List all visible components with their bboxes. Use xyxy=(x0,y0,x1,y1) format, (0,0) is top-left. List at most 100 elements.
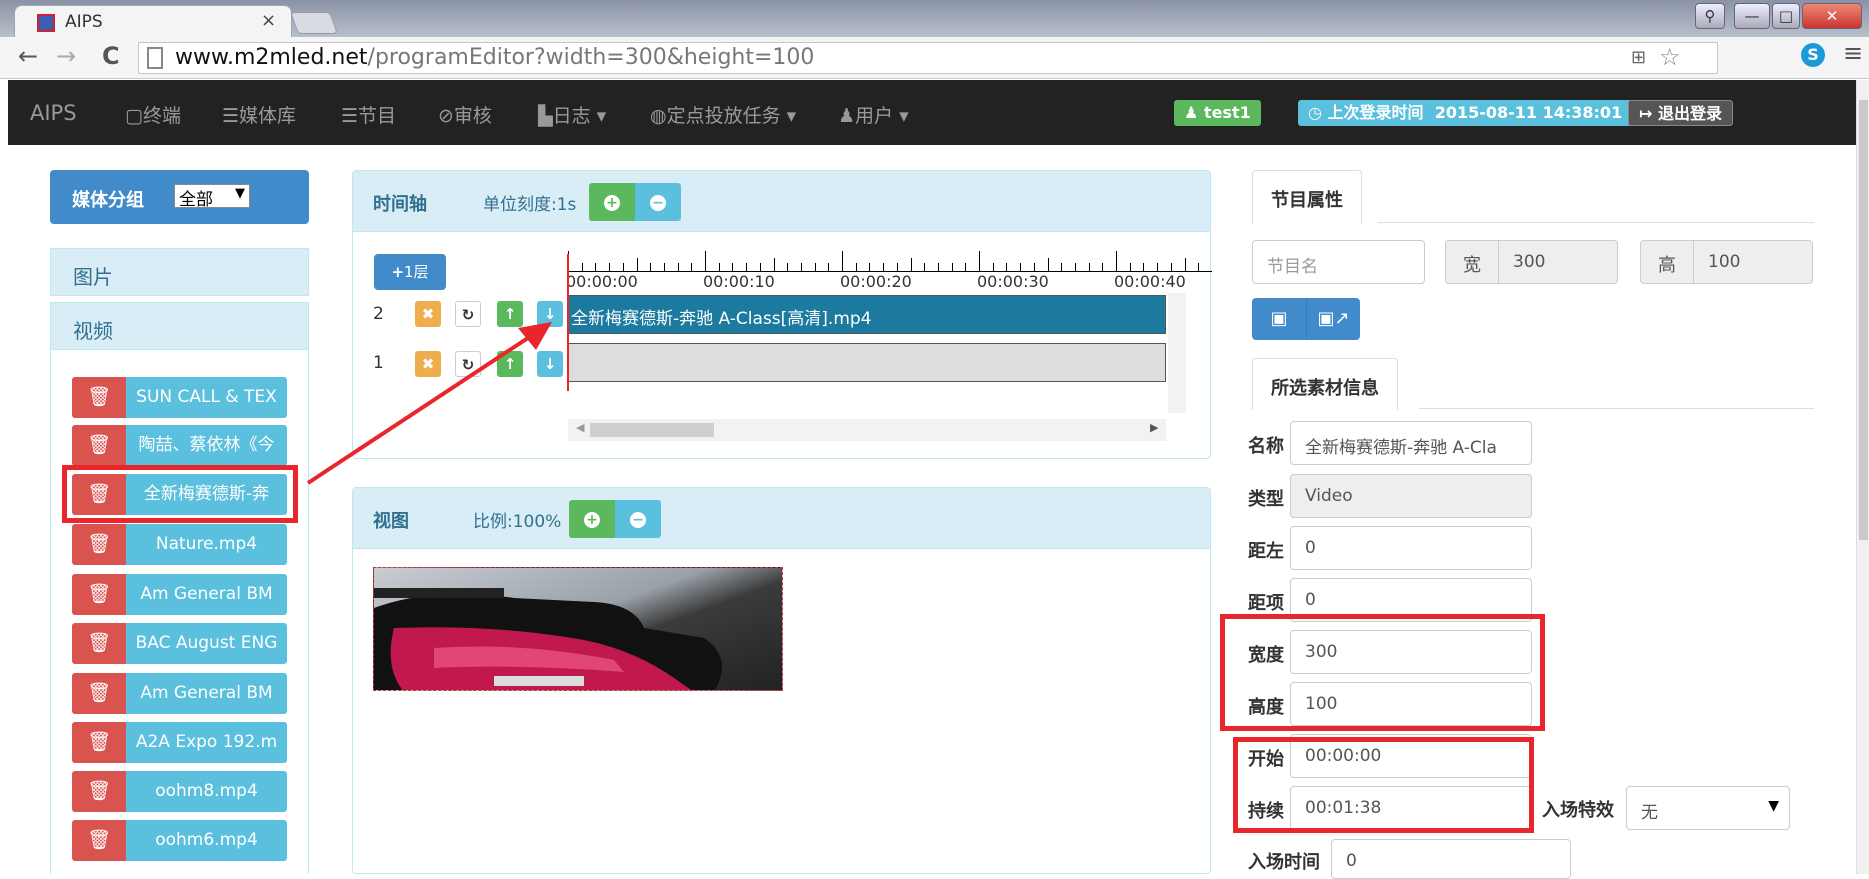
ruler-tick xyxy=(691,263,692,271)
ruler-tick xyxy=(993,263,994,271)
save-button[interactable]: ▣ xyxy=(1252,298,1306,340)
trash-icon[interactable]: 🗑 xyxy=(72,771,126,812)
media-item[interactable]: 🗑A2A Expo 192.m xyxy=(72,722,287,763)
entry-time-input[interactable]: 0 xyxy=(1331,839,1571,879)
ruler-tick xyxy=(1143,263,1144,271)
zoom-out-view-button[interactable]: − xyxy=(615,500,661,538)
zoom-in-timeline-button[interactable]: + xyxy=(589,183,635,221)
video-preview-image[interactable] xyxy=(373,567,783,691)
zoom-in-view-button[interactable]: + xyxy=(569,500,615,538)
ruler-tick xyxy=(732,263,733,271)
scrollbar-thumb[interactable] xyxy=(590,423,714,437)
trash-icon[interactable]: 🗑 xyxy=(72,722,126,763)
timeline-hscrollbar[interactable]: ◀ ▶ xyxy=(568,419,1166,441)
nav-terminal[interactable]: ▢终端 xyxy=(125,101,181,128)
trash-icon[interactable]: 🗑 xyxy=(72,673,126,714)
media-item[interactable]: 🗑oohm6.mp4 xyxy=(72,820,287,861)
forward-icon[interactable]: → xyxy=(56,42,76,70)
scroll-left-icon[interactable]: ◀ xyxy=(576,421,584,434)
media-group-select[interactable]: 全部▼ xyxy=(174,184,250,208)
bookmark-star-icon[interactable]: ☆ xyxy=(1659,43,1681,71)
media-item[interactable]: 🗑Nature.mp4 xyxy=(72,524,287,565)
skype-extension-icon[interactable]: S xyxy=(1801,43,1825,67)
new-tab-button[interactable] xyxy=(290,12,338,34)
window-minimize-button[interactable]: — xyxy=(1734,3,1770,29)
ruler-tick xyxy=(924,263,925,271)
ruler-tick xyxy=(1171,263,1172,271)
timeline-clip[interactable]: 全新梅赛德斯-奔驰 A-Class[高清].mp4 xyxy=(568,295,1166,334)
view-title: 视图 xyxy=(373,507,409,533)
brand[interactable]: AIPS xyxy=(30,101,77,125)
trash-icon[interactable]: 🗑 xyxy=(72,377,126,418)
program-height-input[interactable]: 100 xyxy=(1693,240,1813,284)
program-width-input[interactable]: 300 xyxy=(1498,240,1618,284)
ruler-time-label: 00:00:40 xyxy=(1114,272,1186,291)
file-icon: ▙ xyxy=(538,105,553,127)
tab-program-properties[interactable]: 节目属性 xyxy=(1252,170,1362,224)
menu-icon[interactable]: ≡ xyxy=(1843,39,1863,67)
page-icon xyxy=(147,47,163,69)
window-close-button[interactable]: ✕ xyxy=(1802,3,1862,29)
material-name-input[interactable]: 全新梅赛德斯-奔驰 A-Cla xyxy=(1290,421,1532,465)
window-maximize-button[interactable]: □ xyxy=(1772,3,1800,29)
logout-button[interactable]: ↦ 退出登录 xyxy=(1628,100,1733,126)
timeline-track-empty[interactable] xyxy=(568,343,1166,382)
nav-user[interactable]: ♟用户 ▾ xyxy=(838,101,909,128)
trash-icon[interactable]: 🗑 xyxy=(72,574,126,615)
trash-icon[interactable]: 🗑 xyxy=(72,623,126,664)
material-left-input[interactable]: 0 xyxy=(1290,526,1532,570)
scrollbar-thumb[interactable] xyxy=(1859,100,1868,540)
timeline-unit: 单位刻度:1s xyxy=(483,190,589,215)
media-item[interactable]: 🗑oohm8.mp4 xyxy=(72,771,287,812)
window-user-icon[interactable]: ⚲ xyxy=(1695,3,1725,29)
trash-icon[interactable]: 🗑 xyxy=(72,820,126,861)
ruler-tick xyxy=(582,263,583,271)
ruler-tick xyxy=(623,263,624,271)
translate-icon[interactable]: ⊞ xyxy=(1631,47,1646,68)
ruler-tick xyxy=(774,258,775,271)
tab-underline xyxy=(1378,222,1814,223)
ruler-tick xyxy=(869,263,870,271)
view-scale: 比例:100% xyxy=(473,507,573,532)
minus-circle-icon: − xyxy=(650,195,666,211)
media-item[interactable]: 🗑陶喆、蔡依林《今 xyxy=(72,425,287,466)
ruler-tick xyxy=(746,263,747,271)
browser-tab[interactable]: AIPS × xyxy=(14,5,292,37)
ruler-tick xyxy=(1006,263,1007,271)
trash-icon[interactable]: 🗑 xyxy=(72,425,126,466)
nav-review[interactable]: ⊘审核 xyxy=(438,101,492,128)
ruler-tick xyxy=(595,263,596,271)
field-label: 入场特效 xyxy=(1542,796,1614,822)
nav-log[interactable]: ▙日志 ▾ xyxy=(538,101,606,128)
add-layer-button[interactable]: +1层 xyxy=(374,254,446,290)
media-group-header: 媒体分组 全部▼ xyxy=(50,170,309,224)
material-type-input[interactable]: Video xyxy=(1290,474,1532,518)
nav-scheduled-tasks[interactable]: ◍定点投放任务 ▾ xyxy=(650,101,796,128)
tab-close-icon[interactable]: × xyxy=(261,10,276,31)
highlight-box-time xyxy=(1233,737,1534,833)
zoom-out-timeline-button[interactable]: − xyxy=(635,183,681,221)
tab-selected-material[interactable]: 所选素材信息 xyxy=(1252,358,1398,410)
trash-icon[interactable]: 🗑 xyxy=(72,524,126,565)
save-as-button[interactable]: ▣↗ xyxy=(1306,298,1360,340)
nav-media-library[interactable]: ☰媒体库 xyxy=(222,101,296,128)
url-field[interactable]: www.m2mled.net/programEditor?width=300&h… xyxy=(138,42,1718,74)
nav-program[interactable]: ☰节目 xyxy=(341,101,396,128)
category-images[interactable]: 图片 xyxy=(50,248,309,296)
back-icon[interactable]: ← xyxy=(18,42,38,70)
media-item[interactable]: 🗑Am General BM xyxy=(72,673,287,714)
program-name-input[interactable]: 节目名 xyxy=(1252,240,1425,284)
media-item[interactable]: 🗑SUN CALL & TEX xyxy=(72,377,287,418)
page-scrollbar[interactable] xyxy=(1856,80,1869,874)
view-header: 视图 比例:100% + − xyxy=(353,488,1210,549)
media-item[interactable]: 🗑BAC August ENG xyxy=(72,623,287,664)
category-video[interactable]: 视频 xyxy=(50,302,309,350)
entry-effect-select[interactable]: 无▼ xyxy=(1626,786,1790,830)
reload-icon[interactable]: C xyxy=(102,42,120,70)
url-path: /programEditor?width=300&height=100 xyxy=(368,45,815,70)
media-item[interactable]: 🗑Am General BM xyxy=(72,574,287,615)
ruler-tick xyxy=(1157,263,1158,271)
timeline-vscrollbar[interactable] xyxy=(1168,293,1186,413)
save-icon: ▣ xyxy=(1270,308,1287,329)
scroll-right-icon[interactable]: ▶ xyxy=(1150,421,1158,434)
